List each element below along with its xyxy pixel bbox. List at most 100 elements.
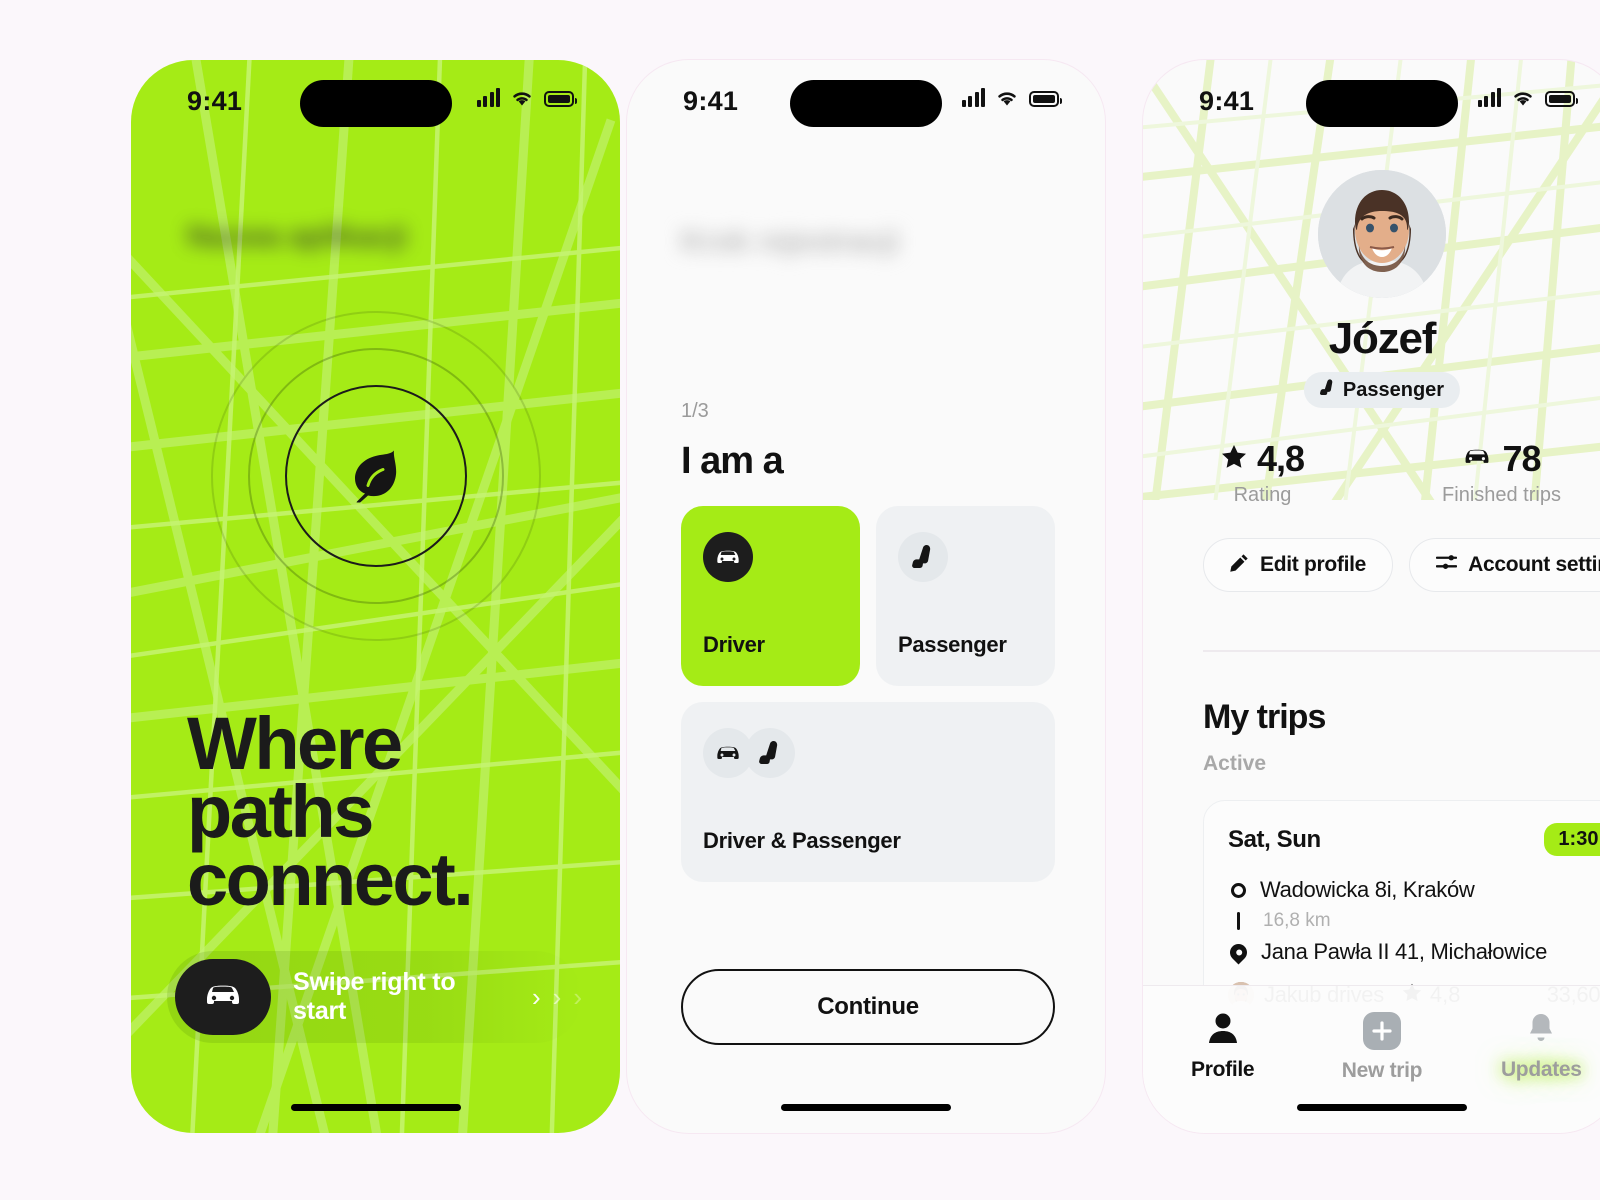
avatar [1318,170,1446,298]
trips-filter-label: Active [1203,752,1267,775]
signal-bars-icon [1477,88,1501,107]
headline-line-3: connect. [187,838,474,922]
pencil-icon [1230,553,1249,578]
status-bar-icons [1477,88,1578,107]
account-settings-button[interactable]: Account settings [1409,538,1600,592]
battery-icon [1029,91,1062,107]
swipe-knob[interactable] [175,959,271,1035]
swipe-label: Swipe right to start [293,968,456,1025]
edit-profile-button[interactable]: Edit profile [1203,538,1394,592]
chevron-right-icon-group: › › › [532,984,582,1010]
step-indicator: 1/3 [681,400,709,422]
role-icon-pair [703,728,1033,778]
tab-new-trip[interactable]: New trip [1302,1012,1461,1083]
home-indicator [781,1104,951,1111]
seat-icon [745,728,795,778]
blurred-app-title: Nazwa aplikacji [187,220,408,253]
stat-label: Rating [1233,484,1292,506]
dynamic-island [790,80,942,127]
phone-mockup-profile: Józef Passenger 4,8 Rating 78 Finished t… [1143,60,1600,1133]
battery-icon [1545,91,1578,107]
role-chip-label: Passenger [1342,378,1445,401]
trip-origin: Wadowicka 8i, Kraków [1260,877,1475,902]
role-options-grid: Driver Passenger Driver & Passenger [681,506,1055,882]
role-option-driver-and-passenger[interactable]: Driver & Passenger [681,702,1055,882]
car-icon [703,532,753,582]
tab-label: Updates [1500,1058,1582,1081]
profile-stats: 4,8 Rating 78 Finished trips [1143,438,1600,507]
route-dash-icon [1228,912,1249,930]
status-bar-icons [476,88,577,107]
blurred-screen-title: Krok rejestracji [681,225,900,258]
battery-icon [544,91,577,107]
star-icon [1221,444,1247,474]
my-trips-heading: My trips [1203,698,1326,736]
account-settings-label: Account settings [1468,553,1600,576]
swipe-to-start-slider[interactable]: Swipe right to start › › › [167,951,582,1043]
chevron-right-icon: › [531,982,541,1012]
trip-destination-row: Jana Pawła II 41, Michałowice [1226,936,1600,968]
tab-profile[interactable]: Profile [1143,1012,1302,1082]
phone-mockup-onboarding: Nazwa aplikacji Where paths connect. Swi… [131,60,620,1133]
section-divider [1203,650,1600,652]
destination-pin-icon [1226,939,1251,965]
trip-time-badge: 1:30 PM [1544,823,1600,856]
status-bar-time: 9:41 [1199,86,1255,116]
status-bar-time: 9:41 [683,86,739,116]
tab-updates[interactable]: Updates [1462,1012,1600,1082]
phone-mockup-role-selection: Krok rejestracji 1/3 I am a Driver Passe… [627,60,1105,1133]
status-bar: 9:41 [131,60,620,146]
chevron-right-icon: › [573,982,582,1012]
continue-button[interactable]: Continue [681,969,1055,1045]
home-indicator [1297,1104,1467,1111]
profile-name: Józef [1328,314,1437,363]
dynamic-island [1306,80,1458,127]
trip-route: Wadowicka 8i, Kraków 16,8 km Jana Pawła … [1226,874,1600,968]
seat-icon [898,532,948,582]
onboarding-headline: Where paths connect. [187,702,587,922]
wifi-icon [1511,88,1535,107]
seat-icon [1319,378,1335,403]
origin-dot-icon [1231,882,1246,898]
car-icon [202,982,244,1013]
stat-value: 78 [1502,438,1541,479]
dynamic-island [299,80,452,127]
trip-days: Sat, Sun [1228,825,1321,853]
wifi-icon [995,88,1019,107]
home-indicator [290,1104,461,1111]
stat-value: 4,8 [1256,438,1305,479]
stat-rating: 4,8 Rating [1143,438,1382,507]
wifi-icon [510,88,534,107]
trip-destination: Jana Pawła II 41, Michałowice [1261,939,1548,964]
screenshot-canvas: Nazwa aplikacji Where paths connect. Swi… [0,0,1600,1200]
status-badge-role: Passenger [1303,372,1461,408]
bell-icon [1527,1012,1555,1049]
sliders-icon [1435,553,1458,578]
status-bar-time: 9:41 [187,86,243,116]
page-title: I am a [681,440,784,482]
signal-bars-icon [476,88,500,107]
tab-label: Profile [1191,1058,1255,1081]
role-option-label: Driver & Passenger [703,828,901,853]
edit-profile-label: Edit profile [1260,553,1367,576]
signal-bars-icon [961,88,985,107]
car-icon [1462,447,1492,471]
trip-card-header: Sat, Sun 1:30 PM [1228,823,1600,856]
headline-line-1: Where [187,702,403,785]
status-bar: 9:41 [1143,60,1600,146]
trip-origin-row: Wadowicka 8i, Kraków [1228,874,1600,906]
stat-label: Finished trips [1442,484,1561,506]
status-bar: 9:41 [627,60,1105,146]
plus-icon [1362,1012,1401,1050]
role-option-driver[interactable]: Driver [681,506,860,686]
chevron-right-icon: › [552,982,562,1012]
role-option-label: Driver [703,632,765,657]
headline-line-2: paths [187,770,374,854]
profile-action-buttons: Edit profile Account settings [1203,538,1600,592]
leaf-icon [349,445,403,508]
trip-distance-row: 16,8 km [1228,906,1600,936]
status-bar-icons [961,88,1062,107]
tab-label: New trip [1341,1059,1423,1082]
role-option-passenger[interactable]: Passenger [876,506,1055,686]
role-option-label: Passenger [898,632,1007,657]
